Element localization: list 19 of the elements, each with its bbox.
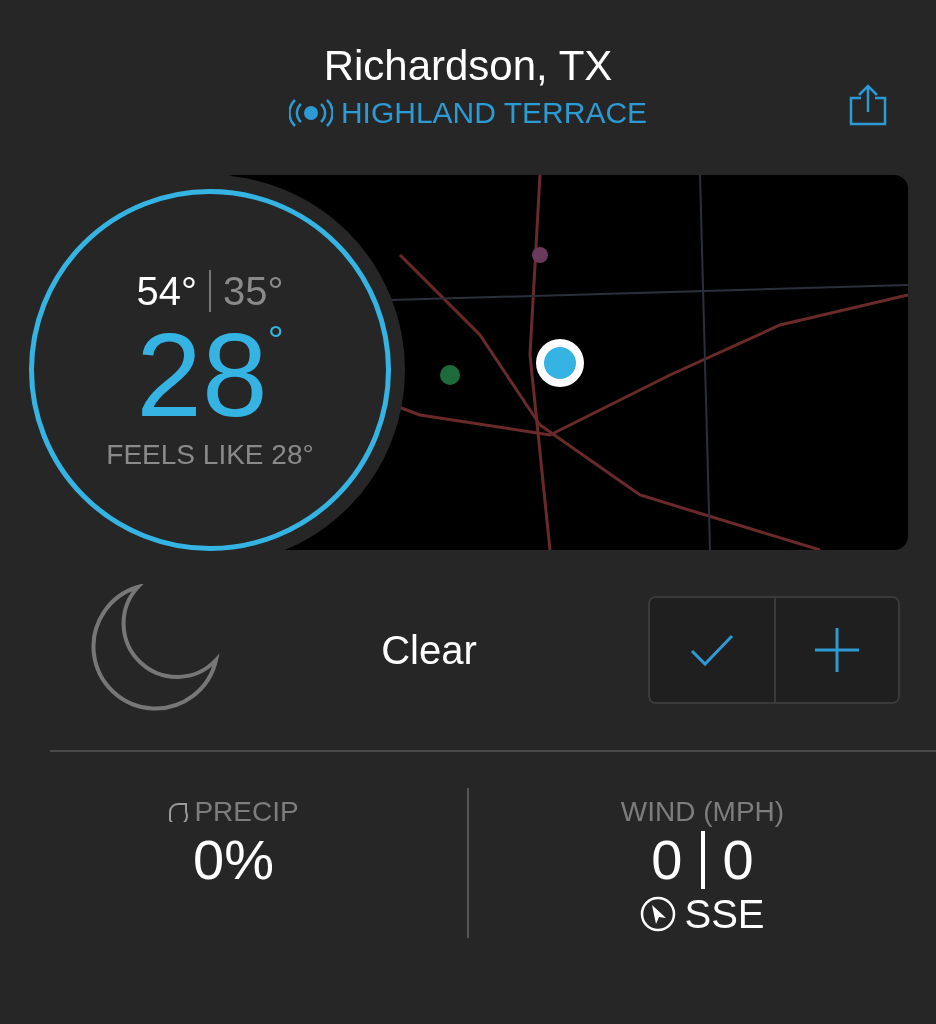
city-title: Richardson, TX	[323, 42, 613, 90]
plus-icon	[815, 628, 859, 672]
checkmark-icon	[690, 633, 734, 667]
precip-value: 0%	[193, 828, 274, 892]
high-temperature: 54°	[136, 269, 197, 313]
condition-text: Clear	[380, 627, 478, 673]
wind-speed: 0	[651, 828, 683, 892]
location-broadcast-icon	[288, 99, 333, 127]
add-button[interactable]	[774, 598, 898, 702]
wind-gust: 0	[722, 828, 754, 892]
degree-sign: °	[267, 317, 284, 364]
location-name[interactable]: HIGHLAND TERRACE	[340, 96, 648, 130]
wind-direction: SSE	[684, 892, 765, 936]
low-temperature: 35°	[223, 269, 284, 313]
current-temperature: 28	[136, 315, 268, 435]
feels-like: FEELS LIKE 28°	[106, 439, 314, 471]
share-icon[interactable]	[848, 84, 888, 126]
wind-label: WIND (MPH)	[620, 796, 785, 828]
precip-label: PRECIP	[194, 796, 299, 828]
